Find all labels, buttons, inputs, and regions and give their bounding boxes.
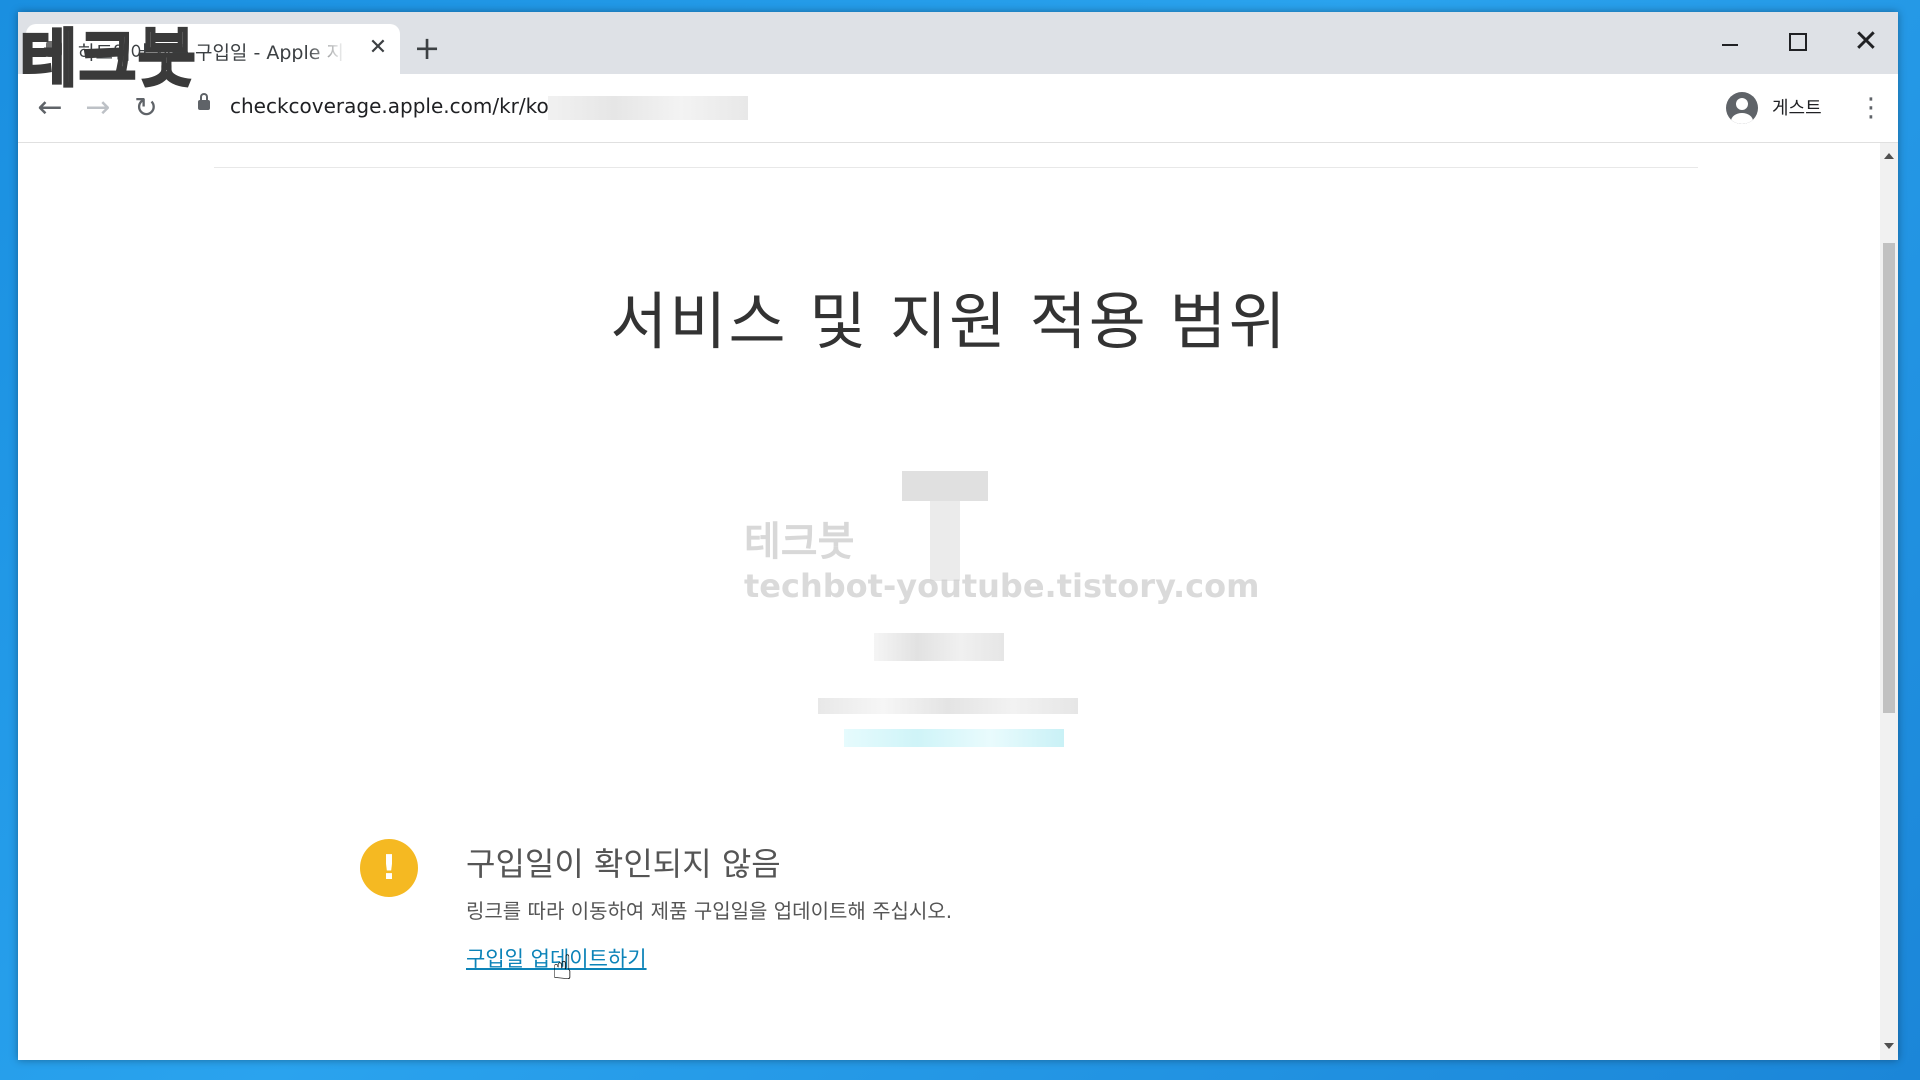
page-content: 서비스 및 지원 적용 범위 테크붓 techbot-youtube.tisto…	[18, 143, 1880, 1060]
page-title: 서비스 및 지원 적용 범위	[610, 285, 1288, 358]
watermark-url: techbot-youtube.tistory.com	[744, 567, 1260, 605]
browser-toolbar: ← → ↻ checkcoverage.apple.com/kr/ko/? 게스…	[18, 74, 1898, 143]
link-redacted	[844, 729, 1064, 747]
alert-title: 구입일이 확인되지 않음	[466, 845, 781, 883]
minimize-icon	[1722, 44, 1738, 46]
url-query-redacted	[548, 96, 748, 120]
menu-icon[interactable]: ⋮	[1858, 90, 1884, 126]
profile-label[interactable]: 게스트	[1772, 94, 1822, 120]
warning-icon: !	[360, 839, 418, 897]
scroll-down-arrow-icon[interactable]	[1884, 1043, 1894, 1049]
new-tab-button[interactable]: +	[410, 32, 444, 66]
lock-icon[interactable]	[198, 93, 210, 110]
product-image-redacted	[902, 471, 988, 581]
browser-window: 하드웨어 제품 구입일 - Apple 지원 ✕ + ✕ ← → ↻ check…	[18, 12, 1898, 1060]
alert-description: 링크를 따라 이동하여 제품 구입일을 업데이트해 주십시오.	[466, 899, 953, 923]
tab-strip: 하드웨어 제품 구입일 - Apple 지원 ✕ + ✕	[18, 12, 1898, 74]
channel-logo: 테크붓	[18, 21, 198, 97]
scrollbar[interactable]	[1880, 143, 1898, 1060]
hand-cursor-icon: ☝	[552, 948, 573, 988]
serial-number-redacted	[818, 698, 1078, 714]
close-window-button[interactable]: ✕	[1834, 22, 1898, 62]
address-bar[interactable]: checkcoverage.apple.com/kr/ko/?	[230, 94, 566, 118]
product-name-redacted	[874, 633, 1004, 661]
scroll-up-arrow-icon[interactable]	[1884, 153, 1894, 159]
maximize-button[interactable]	[1766, 22, 1830, 62]
minimize-button[interactable]	[1698, 22, 1762, 62]
close-tab-icon[interactable]: ✕	[366, 36, 390, 60]
scroll-thumb[interactable]	[1883, 243, 1895, 713]
maximize-icon	[1789, 33, 1807, 51]
watermark-name: 테크붓	[744, 519, 855, 565]
header-divider	[214, 167, 1698, 168]
profile-icon[interactable]	[1726, 92, 1758, 124]
